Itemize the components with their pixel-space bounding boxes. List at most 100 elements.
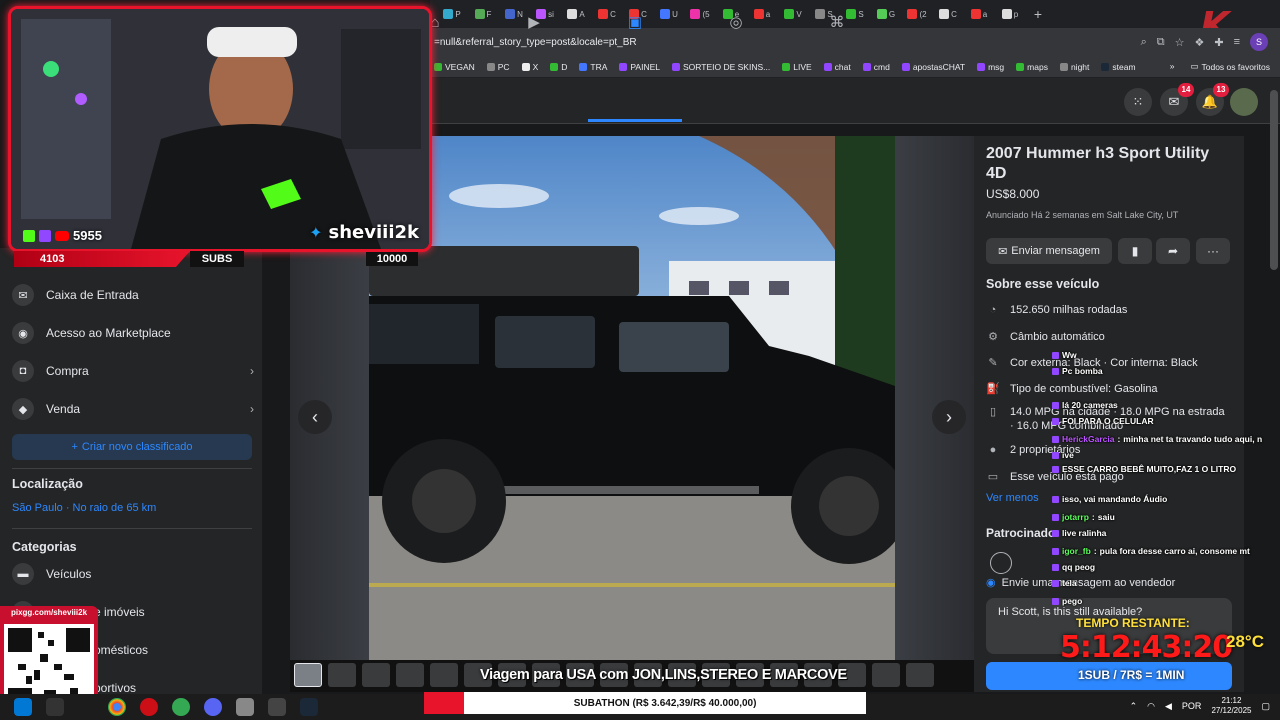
address-bar[interactable]: =null&referral_story_type=post&locale=pt… — [430, 28, 1280, 56]
marketplace-icon[interactable]: ▣ — [626, 14, 644, 32]
browser-tab[interactable]: U — [655, 3, 683, 25]
photo-thumbnail[interactable] — [906, 663, 934, 687]
new-tab-button[interactable]: + — [1027, 6, 1049, 22]
browser-tab[interactable]: a — [965, 3, 993, 25]
tab-favicon-icon — [907, 9, 918, 19]
browser-tab[interactable]: (2 — [903, 3, 931, 25]
chrome-icon[interactable] — [108, 698, 126, 716]
language-indicator[interactable]: POR — [1182, 701, 1202, 711]
chat-message: ESSE CARRO BEBÊ MUITO,FAZ 1 O LITRO — [1052, 464, 1236, 474]
browser-tab[interactable]: p — [996, 3, 1024, 25]
chat-text: saiu — [1097, 512, 1115, 522]
stream-chat-overlay: Ww Pc bomba lá 20 cameras FOI PARA O CELULA… — [1052, 332, 1280, 612]
chevron-up-icon[interactable]: ⌃ — [1130, 701, 1138, 712]
browser-tab[interactable]: C — [593, 3, 621, 25]
wifi-icon[interactable]: ◠ — [1147, 701, 1155, 712]
photo-thumbnail[interactable] — [362, 663, 390, 687]
bookmark-item[interactable]: D — [550, 62, 567, 72]
star-icon[interactable]: ☆ — [1175, 36, 1185, 49]
previous-photo-button[interactable]: ‹ — [298, 400, 332, 434]
notification-center-icon[interactable]: ▢ — [1261, 701, 1270, 712]
browser-tab[interactable]: C — [934, 3, 962, 25]
sidebar-item-selling[interactable]: ◆ Venda › — [12, 398, 254, 420]
bookmark-item[interactable]: apostasCHAT — [901, 62, 965, 72]
windows-start-icon[interactable] — [14, 698, 32, 716]
tab-favicon-icon — [443, 9, 454, 19]
photo-thumbnail[interactable] — [430, 663, 458, 687]
volume-icon[interactable]: ◀ — [1165, 701, 1172, 712]
streamer-webcam: 5955 ✦ sheviii2k — [8, 6, 432, 252]
gaming-icon[interactable]: ⌘ — [828, 14, 846, 32]
paint-icon: ✎ — [988, 357, 998, 369]
search-icon[interactable] — [46, 698, 64, 716]
app-icon[interactable] — [236, 698, 254, 716]
about-vehicle-heading: Sobre esse veículo — [986, 277, 1100, 291]
bookmark-item[interactable]: maps — [1016, 62, 1048, 72]
sidebar-item-inbox[interactable]: ✉ Caixa de Entrada — [12, 284, 254, 306]
bookmark-item[interactable]: LIVE — [782, 62, 812, 72]
sub-goal: 10000 — [366, 252, 418, 266]
next-photo-button[interactable]: › — [932, 400, 966, 434]
bookmark-item[interactable]: SORTEIO DE SKINS... — [672, 62, 770, 72]
chrome-profile-icon[interactable] — [172, 698, 190, 716]
bookmark-item[interactable]: X — [521, 62, 538, 72]
chat-badge-icon — [1052, 417, 1059, 425]
bookmark-item[interactable]: cmd — [862, 62, 890, 72]
browser-tab[interactable]: F — [469, 3, 497, 25]
translate-icon[interactable]: ⧉ — [1157, 36, 1165, 49]
browser-tab[interactable]: G — [872, 3, 900, 25]
photo-thumbnail[interactable] — [294, 663, 322, 687]
mercedes-logo[interactable] — [990, 552, 1012, 574]
categories-heading: Categorias — [12, 540, 77, 554]
more-options-button[interactable]: ··· — [1196, 238, 1230, 264]
extension-icon[interactable]: ❖ — [1194, 36, 1204, 49]
bookmark-item[interactable]: PAINEL — [619, 62, 660, 72]
bookmark-item[interactable]: steam — [1101, 62, 1136, 72]
photo-thumbnail[interactable] — [872, 663, 900, 687]
browser-tab[interactable]: V — [779, 3, 807, 25]
share-button[interactable]: ➦ — [1156, 238, 1190, 264]
photo-thumbnail[interactable] — [396, 663, 424, 687]
clock[interactable]: 21:12 27/12/2025 — [1211, 696, 1251, 716]
bookmark-favicon-icon — [434, 62, 442, 71]
sidebar-item-marketplace-access[interactable]: ◉ Acesso ao Marketplace — [12, 322, 254, 344]
bookmark-item[interactable]: VEGAN — [434, 62, 475, 72]
bookmark-item[interactable]: TRA — [579, 62, 607, 72]
location-filter-link[interactable]: São Paulo · No raio de 65 km — [12, 502, 156, 514]
browser-tab[interactable]: a — [748, 3, 776, 25]
category-vehicles[interactable]: ▬ Veículos — [12, 563, 254, 585]
browser-tab[interactable]: A — [562, 3, 590, 25]
sidebar-item-buying[interactable]: ◘ Compra › — [12, 360, 254, 382]
see-less-link[interactable]: Ver menos — [986, 492, 1039, 504]
photo-thumbnail[interactable] — [328, 663, 356, 687]
bookmark-item[interactable]: night — [1059, 62, 1089, 72]
bookmark-item[interactable]: chat — [823, 62, 851, 72]
menu-grid-icon[interactable]: ⁙ — [1124, 88, 1152, 116]
chat-badge-icon — [1052, 529, 1059, 537]
url-text[interactable]: =null&referral_story_type=post&locale=pt… — [430, 37, 1141, 48]
bookmark-item[interactable]: msg — [977, 62, 1004, 72]
discord-icon[interactable] — [204, 698, 222, 716]
messenger-icon: ✉ — [998, 245, 1008, 258]
video-icon[interactable]: ▶ — [525, 14, 543, 32]
account-avatar[interactable] — [1230, 88, 1258, 116]
app-icon[interactable] — [268, 698, 286, 716]
chat-text: ESSE CARRO BEBÊ MUITO,FAZ 1 O LITRO — [1062, 464, 1237, 474]
send-message-button[interactable]: ✉ Enviar mensagem — [986, 238, 1112, 264]
groups-icon[interactable]: ◎ — [727, 14, 745, 32]
opera-icon[interactable] — [140, 698, 158, 716]
more-bookmarks-chevron-icon[interactable]: » — [1170, 61, 1175, 72]
profile-avatar[interactable]: S — [1250, 33, 1268, 51]
save-button[interactable]: ▮ — [1118, 238, 1152, 264]
steam-icon[interactable] — [300, 698, 318, 716]
page-scrollbar[interactable] — [1270, 90, 1278, 270]
bookmark-item[interactable]: PC — [486, 62, 510, 72]
sidebar-icon[interactable]: ≡ — [1234, 36, 1240, 48]
browser-tab[interactable]: (5 — [686, 3, 714, 25]
create-listing-button[interactable]: + Criar novo classificado — [12, 434, 252, 460]
browser-tab[interactable]: N — [500, 3, 528, 25]
zoom-icon[interactable]: ⌕ — [1141, 36, 1147, 49]
extensions-puzzle-icon[interactable]: ✚ — [1214, 36, 1223, 49]
webcam-feed — [11, 9, 429, 249]
all-bookmarks-folder[interactable]: ▭ Todos os favoritos — [1190, 61, 1270, 72]
